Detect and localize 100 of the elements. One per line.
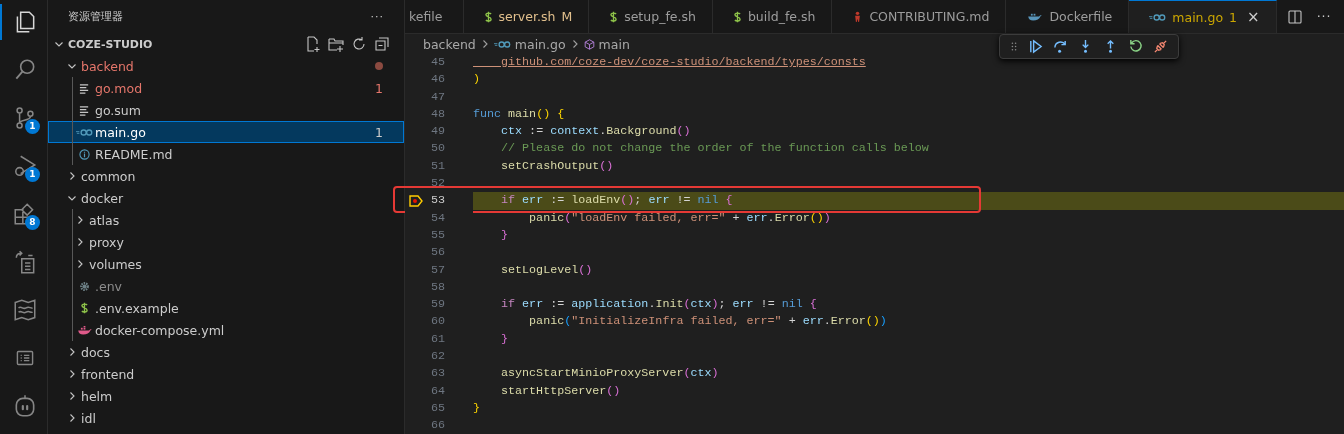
collapse-all-icon[interactable] [374,36,390,52]
map-icon [11,297,38,323]
folder-item[interactable]: helm [81,388,113,404]
editor-tab[interactable]: kefile [405,0,464,33]
file-row[interactable]: go.sum [48,99,404,121]
folder-item[interactable]: atlas [89,212,120,228]
folder-item[interactable]: docs [81,344,110,360]
line-number: 65 [429,399,445,417]
lines-icon [78,82,90,94]
go-icon [75,127,93,137]
new-folder-icon[interactable] [328,36,344,52]
line-number: 63 [429,365,445,383]
chevron-icon [54,39,64,49]
line-number: 60 [429,313,445,331]
breadcrumb-item[interactable]: main [598,36,630,52]
code-line: startHttpServer() [500,382,621,400]
editor-tab[interactable]: CONTRIBUTING.md [832,0,1007,33]
problem-count: 1 [375,80,383,96]
tab-status: 1 [1229,9,1238,25]
file-row[interactable]: .env.example [48,297,404,319]
editor-tab[interactable]: server.sh M [463,0,590,33]
close-tab-button[interactable]: × [1247,8,1260,26]
file-name: .env.example [95,300,179,316]
line-number: 49 [429,123,445,141]
code-line: setCrashOutput() [500,157,614,175]
code-line: if err := loadEnv(); err != nil { [500,192,733,210]
code-line: github.com/coze-dev/coze-studio/backend/types/consts [500,54,866,71]
go-icon [1149,12,1167,22]
code-line: // Please do not change the order of the function calls below [500,140,929,158]
line-number: 53 [429,192,445,210]
dollar-icon [79,302,89,314]
tab-label: main.go [1172,9,1224,25]
code-line: } [500,226,509,244]
workspace-title[interactable]: COZE-STUDIO [68,37,153,51]
tab-label: kefile [409,9,443,24]
lines-icon [78,104,90,116]
folder-item[interactable]: idl [81,410,96,426]
editor-tab[interactable]: main.go 1 × [1129,0,1277,33]
file-name: go.sum [95,102,141,118]
editor-tab[interactable]: build_fe.sh [712,0,833,33]
tab-label: setup_fe.sh [624,9,696,24]
cube-icon [583,38,595,50]
line-number: 61 [429,330,445,348]
paused-breakpoint-icon[interactable] [409,195,423,208]
code-line: panic("InitializeInfra failed, err=" + err.Error()) [528,313,887,331]
activity-badge: 8 [25,215,40,230]
line-number: 50 [429,140,445,158]
info-icon [78,148,90,160]
folder-item[interactable]: frontend [81,366,135,382]
folder-item[interactable]: common [81,168,136,184]
line-number: 66 [429,417,445,434]
folder-item[interactable]: proxy [89,234,124,250]
refresh-icon[interactable] [351,36,367,52]
editor-tab[interactable]: setup_fe.sh [589,0,713,33]
file-row[interactable]: .env [48,275,404,297]
code-line: panic("loadEnv failed, err=" + err.Error()) [528,209,831,227]
dollar-icon [732,10,742,23]
folder-item[interactable]: volumes [89,256,142,272]
folder-item[interactable]: docker [81,190,124,206]
line-number: 46 [429,71,445,89]
activity-run-debug-button[interactable]: 1 [0,148,47,184]
go-icon [493,39,511,49]
line-number: 54 [429,209,445,227]
activity-source-control-button[interactable]: 1 [0,100,47,136]
disconnect-icon[interactable] [1153,39,1168,54]
code-line: func main() { [473,105,565,123]
file-name: README.md [95,146,173,162]
step-over-icon[interactable] [1053,39,1068,54]
breadcrumb-item[interactable]: backend [423,36,476,52]
line-number: 56 [429,244,445,262]
dollar-icon [609,10,619,23]
file-row[interactable]: README.md [48,143,404,165]
file-name: docker-compose.yml [95,322,225,338]
file-row[interactable]: docker-compose.yml [48,319,404,341]
code-line: } [473,399,480,417]
line-number: 45 [429,54,445,71]
folder-item[interactable]: backend [81,58,134,74]
new-file-icon[interactable] [305,36,321,52]
line-number: 55 [429,226,445,244]
line-number: 48 [429,105,445,123]
activity-extensions-button[interactable]: 8 [0,196,47,232]
breadcrumb-item[interactable]: main.go [514,36,566,52]
problem-count: 1 [375,124,383,140]
continue-icon[interactable] [1028,39,1043,54]
restart-icon[interactable] [1128,39,1143,54]
more-actions-button[interactable]: ··· [370,10,384,23]
tab-label: build_fe.sh [747,9,816,24]
file-row[interactable]: main.go 1 [48,121,404,143]
whale-icon [75,325,93,335]
more-actions-button[interactable]: ··· [1316,9,1332,24]
activity-badge: 1 [25,119,40,134]
file-row[interactable]: go.mod 1 [48,77,404,99]
explorer-title: 资源管理器 [68,9,123,24]
line-number: 58 [429,278,445,296]
split-editor-icon[interactable] [1286,8,1303,25]
code-line: setLogLevel() [500,261,593,279]
line-number: 59 [429,296,445,314]
activity-badge: 1 [25,167,40,182]
line-number: 47 [429,88,445,106]
line-number: 64 [429,382,445,400]
